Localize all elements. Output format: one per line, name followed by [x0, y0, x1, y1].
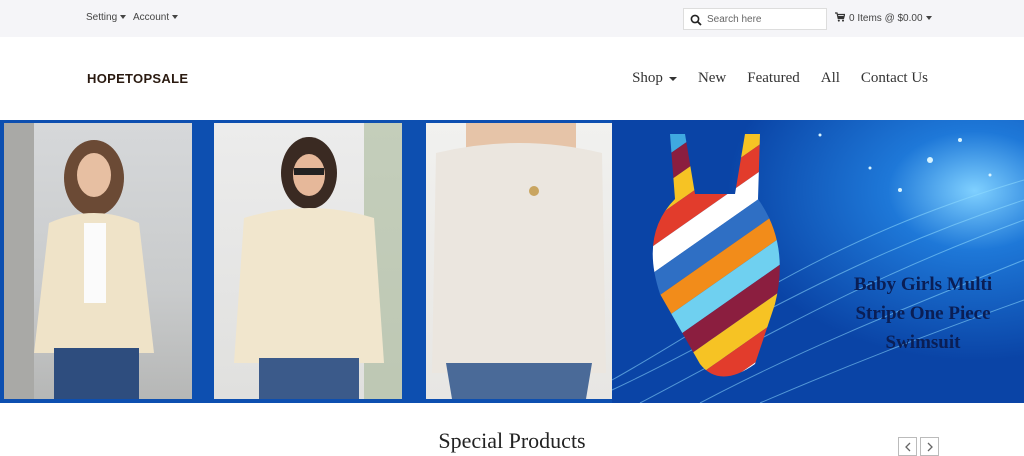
product-photo-cardigan-1[interactable]: [4, 123, 192, 399]
nav-item-featured[interactable]: Featured: [747, 70, 799, 87]
swimsuit-image: [652, 134, 780, 377]
banner-caption-line: Swimsuit: [885, 332, 961, 353]
section-title: Special Products: [438, 428, 586, 453]
account-menu[interactable]: Account: [133, 12, 179, 23]
banner-caption-line: Stripe One Piece: [855, 303, 991, 324]
carousel-next-button[interactable]: [920, 437, 939, 456]
banner-caption-line: Baby Girls Multi: [853, 274, 993, 295]
carousel-prev-button[interactable]: [898, 437, 917, 456]
site-logo[interactable]: HOPETOPSALE: [87, 71, 188, 86]
nav-item-all[interactable]: All: [821, 70, 840, 87]
chevron-left-icon: [905, 442, 911, 452]
search-box[interactable]: [683, 8, 827, 30]
main-nav: Shop New Featured All Contact Us: [611, 70, 928, 87]
setting-menu[interactable]: Setting: [86, 12, 127, 23]
nav-item-shop[interactable]: Shop: [632, 70, 677, 87]
model-illustration: [432, 123, 606, 399]
chevron-down-icon: [668, 76, 677, 81]
chevron-right-icon: [927, 442, 933, 452]
search-input[interactable]: [707, 11, 823, 27]
chevron-down-icon: [925, 16, 932, 21]
setting-label: Setting: [86, 12, 118, 23]
cart-summary: 0 Items @ $0.00: [849, 13, 923, 24]
nav-item-contact-us[interactable]: Contact Us: [861, 70, 928, 87]
chevron-down-icon: [172, 15, 179, 20]
model-illustration: [234, 123, 402, 399]
model-illustration: [4, 123, 154, 399]
banner-caption: Baby Girls Multi Stripe One Piece Swimsu…: [828, 270, 1018, 357]
product-photo-cardigan-2[interactable]: [214, 123, 402, 399]
search-icon[interactable]: [690, 14, 702, 26]
chevron-down-icon: [120, 15, 127, 20]
site-header: HOPETOPSALE Shop New Featured All Contac…: [0, 37, 1024, 120]
hero-banner[interactable]: Baby Girls Multi Stripe One Piece Swimsu…: [0, 120, 1024, 403]
top-bar: Setting Account 0 Items @ $0.00: [0, 0, 1024, 37]
nav-label: Shop: [632, 70, 663, 86]
account-label: Account: [133, 12, 170, 23]
product-photo-sweater[interactable]: [426, 123, 612, 399]
cart-icon: [835, 12, 845, 22]
nav-item-new[interactable]: New: [698, 70, 726, 87]
cart-dropdown[interactable]: 0 Items @ $0.00: [835, 12, 932, 24]
